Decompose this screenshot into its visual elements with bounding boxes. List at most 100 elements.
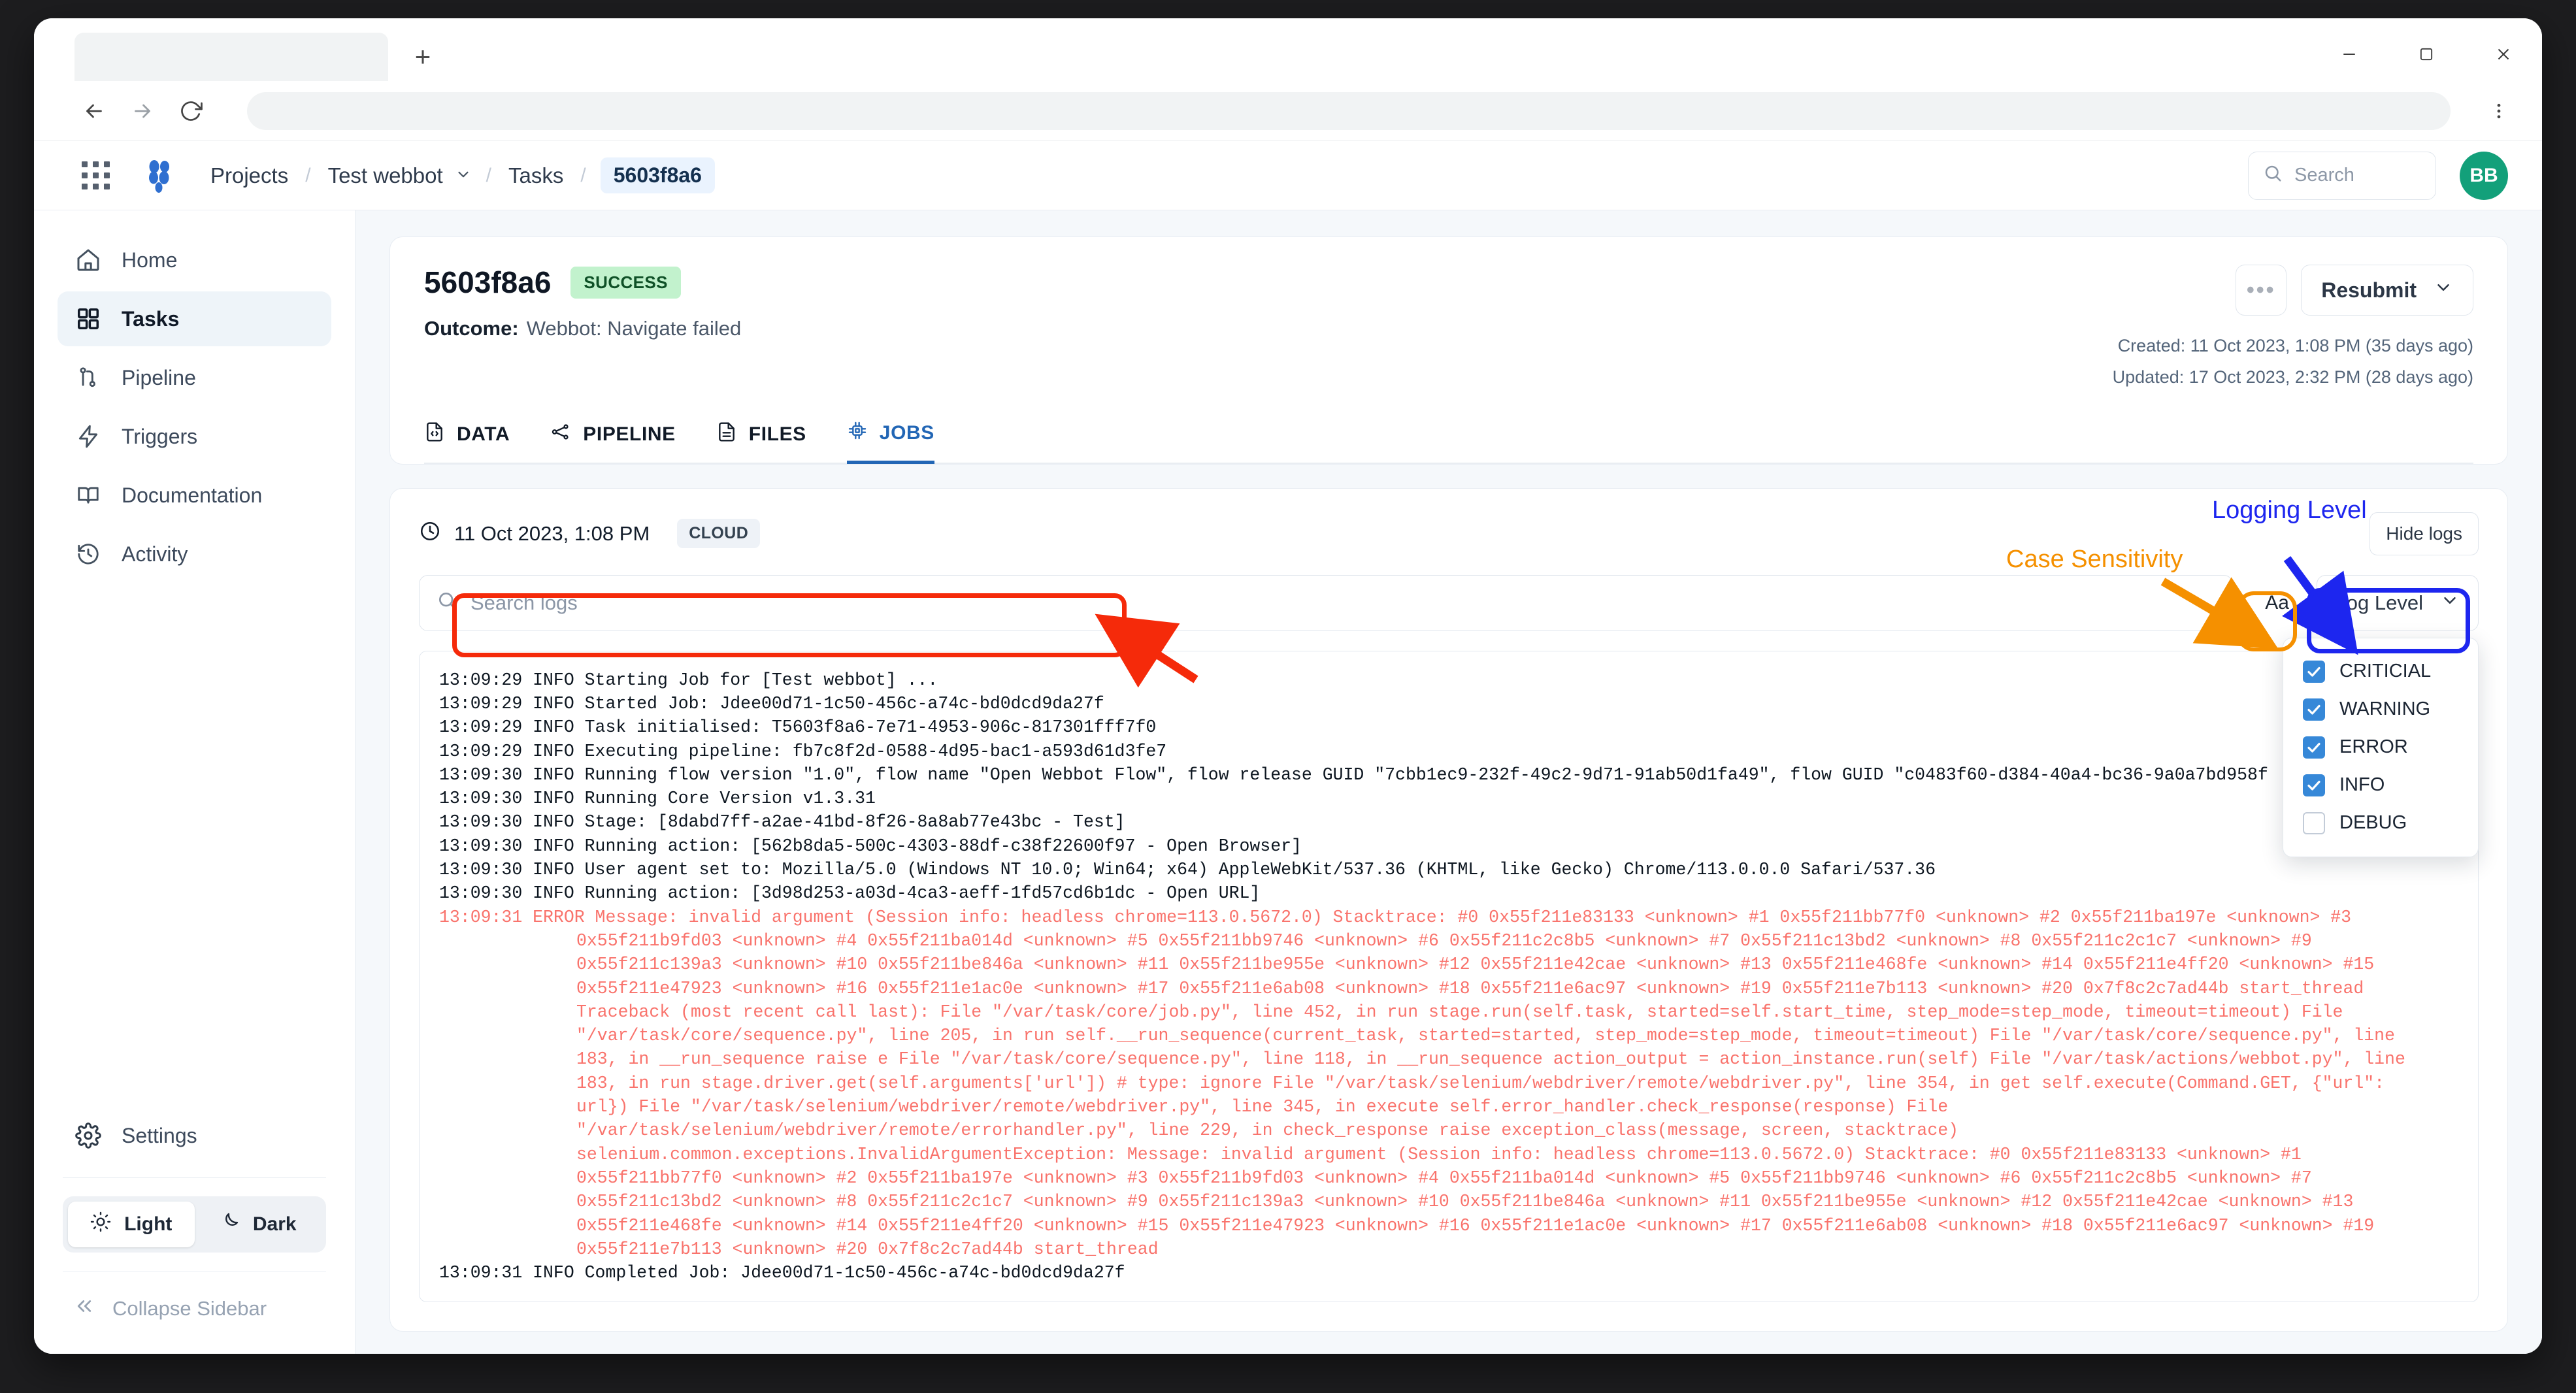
sidebar-item-label: Activity — [122, 542, 188, 566]
checkbox-checked-icon[interactable] — [2303, 774, 2325, 796]
task-header-left: 5603f8a6 SUCCESS Outcome: Webbot: Navigat… — [424, 265, 741, 340]
hide-logs-button[interactable]: Hide logs — [2370, 512, 2479, 555]
task-updated: Updated: 17 Oct 2023, 2:32 PM (28 days a… — [2112, 367, 2473, 387]
kebab-menu-icon[interactable] — [2485, 97, 2513, 125]
resubmit-label: Resubmit — [2321, 278, 2417, 302]
theme-option-light[interactable]: Light — [68, 1202, 195, 1247]
task-header: 5603f8a6 SUCCESS Outcome: Webbot: Navigat… — [424, 265, 2473, 391]
log-line-error: url}) File "/var/task/selenium/webdriver… — [576, 1097, 1949, 1117]
resubmit-button[interactable]: Resubmit — [2301, 265, 2473, 316]
task-summary-card: 5603f8a6 SUCCESS Outcome: Webbot: Navigat… — [389, 237, 2508, 465]
sun-icon — [90, 1211, 111, 1237]
breadcrumb-projects[interactable]: Projects — [208, 163, 291, 188]
log-line: 13:09:29 INFO Starting Job for [Test web… — [439, 670, 938, 690]
log-level-menu[interactable]: CRITICIAL WARNING ERROR INFO DEBUG — [2283, 637, 2479, 857]
task-action-buttons: ••• Resubmit — [2113, 265, 2473, 316]
log-line: 13:09:30 INFO Running Core Version v1.3.… — [439, 789, 876, 809]
checkbox-checked-icon[interactable] — [2303, 736, 2325, 759]
tab-files[interactable]: FILES — [716, 420, 806, 464]
file-icon — [716, 421, 737, 448]
task-tabs: DATA PIPELINE FILES JOBS — [424, 419, 2473, 464]
log-output[interactable]: 13:09:29 INFO Starting Job for [Test web… — [419, 650, 2479, 1303]
browser-tab[interactable] — [74, 33, 388, 81]
moon-icon — [219, 1211, 240, 1237]
log-line: 13:09:30 INFO User agent set to: Mozilla… — [439, 860, 1936, 880]
sidebar-item-triggers[interactable]: Triggers — [58, 409, 331, 464]
log-level-dropdown-button[interactable]: Log Level — [2316, 574, 2479, 631]
tab-label: FILES — [748, 423, 806, 446]
log-line-error: 183, in run stage.driver.get(self.argume… — [576, 1073, 2385, 1093]
theme-option-dark[interactable]: Dark — [195, 1202, 322, 1247]
new-tab-button[interactable]: + — [403, 37, 443, 77]
maximize-icon[interactable] — [2417, 44, 2436, 64]
tab-jobs[interactable]: JOBS — [846, 420, 934, 464]
logs-panel-header: 11 Oct 2023, 1:08 PM CLOUD Hide logs — [419, 512, 2479, 555]
log-line-error: 0x55f211b9fd03 <unknown> #4 0x55f211ba01… — [576, 930, 2312, 951]
outcome-value: Webbot: Navigate failed — [526, 317, 742, 340]
double-chevron-left-icon — [74, 1296, 94, 1321]
log-line: 13:09:29 INFO Started Job: Jdee00d71-1c5… — [439, 693, 1104, 713]
browser-tab-strip: + — [34, 18, 2542, 81]
theme-toggle: Light Dark — [63, 1196, 326, 1253]
breadcrumb-separator-3: / — [580, 164, 586, 186]
log-line-error: 183, in __run_sequence raise e File "/va… — [576, 1049, 2405, 1070]
search-icon — [437, 590, 457, 616]
browser-window: + Projects / Test webbot / Tasks / 5603f… — [34, 18, 2542, 1354]
breadcrumb-tasks[interactable]: Tasks — [506, 163, 566, 188]
address-bar[interactable] — [247, 91, 2451, 130]
sidebar-item-home[interactable]: Home — [58, 233, 331, 287]
close-icon[interactable] — [2494, 44, 2513, 64]
theme-dark-label: Dark — [252, 1213, 297, 1235]
sidebar-item-settings[interactable]: Settings — [58, 1108, 331, 1163]
page-title: 5603f8a6 — [424, 265, 552, 299]
reload-icon[interactable] — [176, 97, 205, 125]
log-search-input[interactable]: Search logs — [419, 574, 2233, 631]
chevron-down-icon — [2440, 591, 2460, 615]
breadcrumb: Projects / Test webbot / Tasks / 5603f8a… — [208, 157, 715, 193]
tab-data[interactable]: DATA — [424, 420, 510, 464]
forward-arrow-icon[interactable] — [128, 97, 157, 125]
global-search-placeholder: Search — [2294, 165, 2354, 186]
task-title-row: 5603f8a6 SUCCESS — [424, 265, 741, 300]
more-options-button[interactable]: ••• — [2236, 265, 2287, 316]
log-level-option-critical[interactable]: CRITICIAL — [2283, 653, 2478, 691]
log-level-option-label: ERROR — [2339, 736, 2408, 758]
sidebar-item-tasks[interactable]: Tasks — [58, 291, 331, 346]
job-time-label: 11 Oct 2023, 1:08 PM — [454, 521, 650, 545]
tab-label: PIPELINE — [583, 423, 676, 446]
log-line-error: 13:09:31 ERROR Message: invalid argument… — [439, 907, 2352, 927]
open-book-icon — [74, 482, 102, 509]
gear-icon — [74, 1122, 102, 1149]
checkbox-checked-icon[interactable] — [2303, 698, 2325, 721]
sidebar-item-label: Documentation — [122, 483, 263, 507]
window-controls — [2339, 44, 2513, 64]
checkbox-unchecked-icon[interactable] — [2303, 811, 2325, 834]
sidebar-item-pipeline[interactable]: Pipeline — [58, 350, 331, 405]
sidebar-item-activity[interactable]: Activity — [58, 527, 331, 582]
chevron-down-icon[interactable] — [455, 163, 472, 188]
outcome-label: Outcome: — [424, 317, 519, 340]
log-level-option-warning[interactable]: WARNING — [2283, 691, 2478, 729]
breadcrumb-separator-2: / — [486, 164, 492, 186]
breadcrumb-project[interactable]: Test webbot — [325, 163, 446, 188]
log-level-option-label: INFO — [2339, 774, 2385, 796]
log-line: 13:09:30 INFO Running action: [3d98d253-… — [439, 883, 1261, 904]
collapse-sidebar-button[interactable]: Collapse Sidebar — [58, 1282, 331, 1336]
log-level-option-error[interactable]: ERROR — [2283, 729, 2478, 766]
log-level-option-info[interactable]: INFO — [2283, 766, 2478, 804]
tab-pipeline[interactable]: PIPELINE — [550, 420, 676, 464]
back-arrow-icon[interactable] — [80, 97, 108, 125]
checkbox-checked-icon[interactable] — [2303, 660, 2325, 683]
case-sensitivity-button[interactable]: Aa — [2249, 574, 2305, 631]
sidebar-item-documentation[interactable]: Documentation — [58, 468, 331, 523]
log-line-error: Traceback (most recent call last): File … — [576, 1002, 2343, 1022]
log-line-error: 0x55f211e7b113 <unknown> #20 0x7f8c2c7ad… — [576, 1239, 1159, 1259]
avatar[interactable]: BB — [2460, 151, 2508, 200]
log-level-option-debug[interactable]: DEBUG — [2283, 804, 2478, 842]
status-badge: SUCCESS — [570, 266, 681, 299]
global-search-input[interactable]: Search — [2248, 151, 2436, 200]
minimize-icon[interactable] — [2339, 44, 2359, 64]
log-line: 13:09:29 INFO Executing pipeline: fb7c8f… — [439, 741, 1167, 761]
log-line: 13:09:31 INFO Completed Job: Jdee00d71-1… — [439, 1263, 1125, 1283]
app-grid-icon[interactable] — [78, 159, 112, 193]
